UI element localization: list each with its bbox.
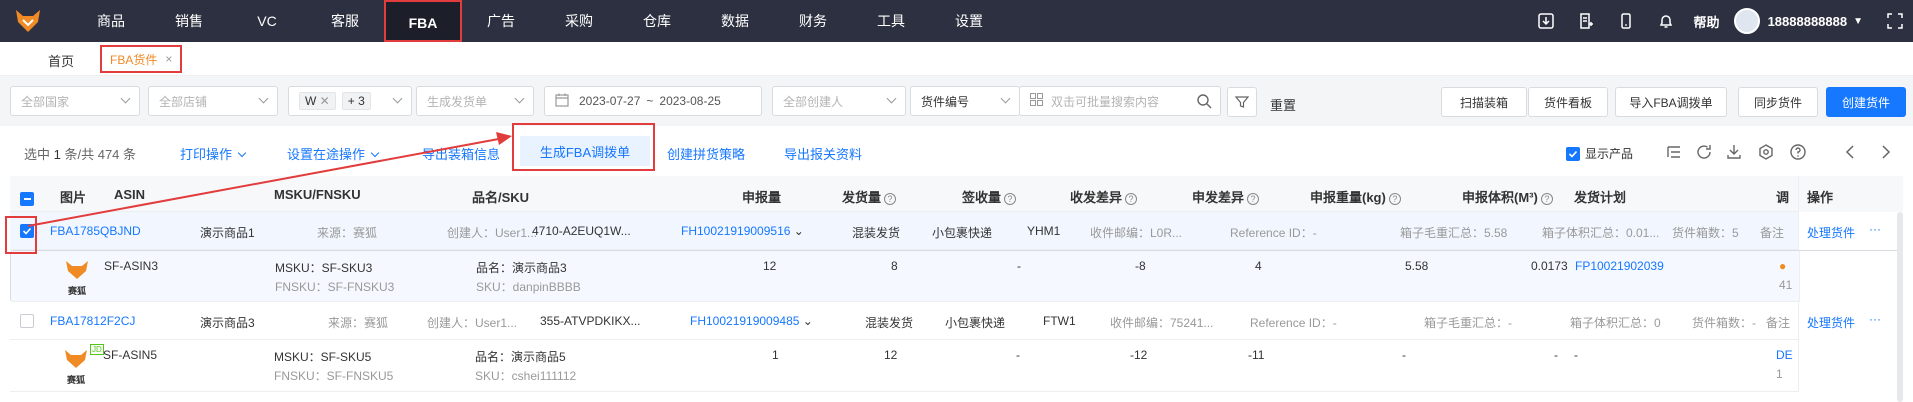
- annotation-arrow: [27, 132, 512, 227]
